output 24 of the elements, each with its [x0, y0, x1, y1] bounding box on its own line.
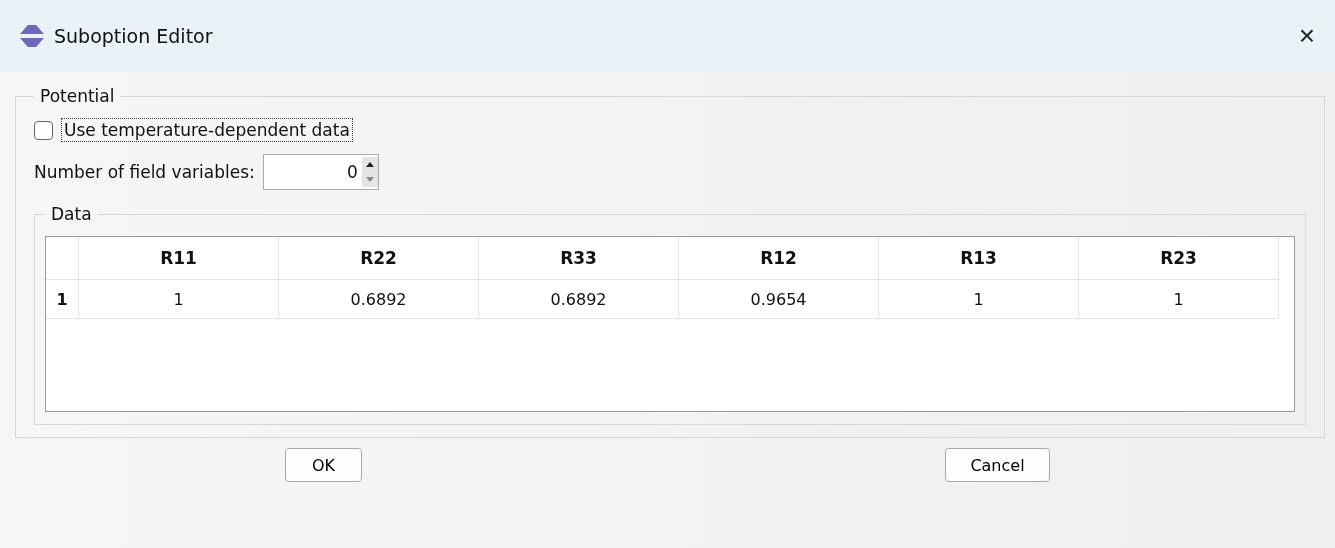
column-header: R11: [79, 237, 279, 280]
column-header: R12: [679, 237, 879, 280]
field-label: Number of field variables:: [34, 162, 255, 182]
close-button[interactable]: ×: [1292, 20, 1321, 52]
column-header: R22: [279, 237, 479, 280]
window-title: Suboption Editor: [54, 25, 214, 47]
table-cell[interactable]: 0.6892: [279, 280, 479, 319]
cancel-button[interactable]: Cancel: [945, 448, 1050, 482]
row-header: 1: [46, 280, 79, 319]
group-title: Data: [50, 204, 93, 224]
table-cell[interactable]: 0.9654: [679, 280, 879, 319]
checkbox-label[interactable]: Use temperature-dependent data: [61, 118, 353, 142]
table-cell[interactable]: 1: [79, 280, 279, 319]
spin-field[interactable]: 0: [262, 154, 379, 190]
column-header: R23: [1079, 237, 1279, 280]
table-cell[interactable]: 1: [1079, 280, 1279, 319]
group-title: Potential: [39, 86, 116, 106]
column-header: R33: [479, 237, 679, 280]
table-cell[interactable]: 1: [879, 280, 1079, 319]
table-cell[interactable]: 0.6892: [479, 280, 679, 319]
column-header: R13: [879, 237, 1079, 280]
checkbox[interactable]: [34, 120, 53, 140]
ok-button[interactable]: OK: [285, 448, 362, 482]
app-logo-icon: [20, 25, 44, 47]
